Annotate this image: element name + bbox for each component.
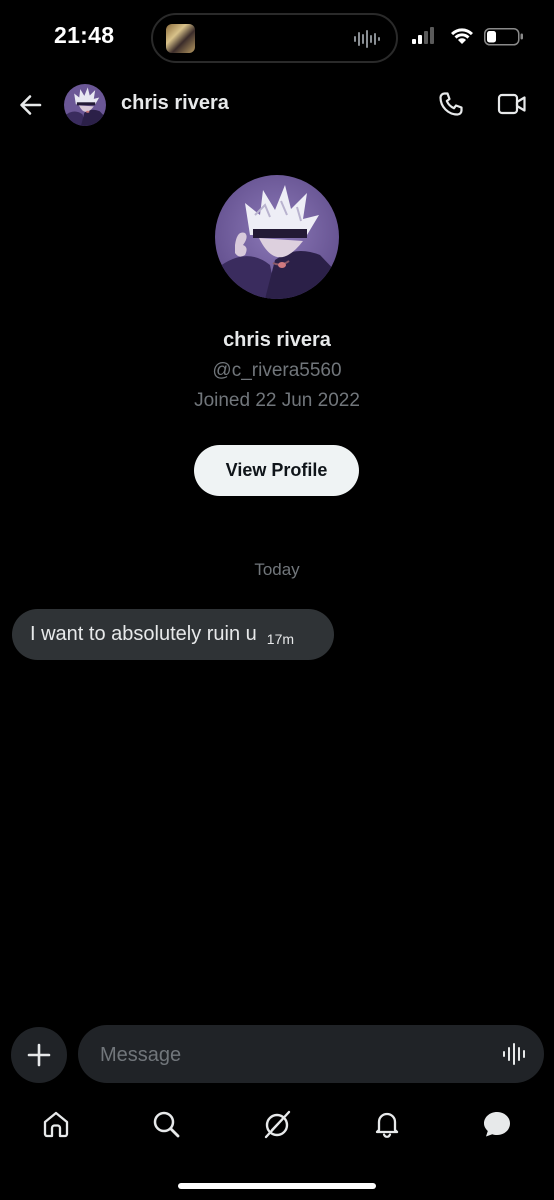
- grok-icon[interactable]: [262, 1109, 292, 1139]
- contact-name[interactable]: chris rivera: [121, 92, 229, 115]
- message-composer[interactable]: [78, 1025, 544, 1085]
- avatar-anime-character-icon: [215, 175, 339, 299]
- message-text: I want to absolutely ruin u: [30, 623, 257, 645]
- signal-icon: [412, 27, 434, 44]
- notifications-icon[interactable]: [372, 1109, 402, 1139]
- profile-joined-date: Joined 22 Jun 2022: [194, 390, 360, 411]
- status-time: 21:48: [54, 22, 115, 48]
- message-bubble[interactable]: I want to absolutely ruin u 17m: [12, 609, 334, 660]
- view-profile-button[interactable]: View Profile: [194, 445, 359, 496]
- profile-avatar[interactable]: [215, 175, 339, 299]
- video-camera-icon[interactable]: [497, 91, 527, 117]
- add-attachment-button[interactable]: [11, 1027, 67, 1083]
- battery-icon: [484, 28, 523, 46]
- voice-message-icon[interactable]: [502, 1042, 528, 1066]
- arrow-left-icon[interactable]: [18, 92, 44, 118]
- profile-handle: @c_rivera5560: [212, 360, 342, 381]
- status-icons: [412, 27, 523, 46]
- home-indicator: [178, 1183, 376, 1189]
- message-timestamp: 17m: [266, 630, 295, 647]
- search-icon[interactable]: [151, 1109, 181, 1139]
- audio-waveform-icon: [354, 30, 380, 48]
- profile-name: chris rivera: [223, 329, 331, 351]
- wifi-icon: [451, 28, 473, 44]
- phone-icon[interactable]: [437, 90, 465, 118]
- date-divider: Today: [254, 560, 300, 579]
- message-input[interactable]: [98, 1025, 482, 1085]
- dynamic-island[interactable]: [151, 13, 398, 63]
- home-icon[interactable]: [41, 1109, 71, 1139]
- plus-icon: [27, 1043, 51, 1067]
- avatar-anime-character-icon: [64, 84, 106, 126]
- header-avatar[interactable]: [64, 84, 106, 126]
- now-playing-artwork: [166, 24, 195, 53]
- messages-icon[interactable]: [482, 1109, 512, 1139]
